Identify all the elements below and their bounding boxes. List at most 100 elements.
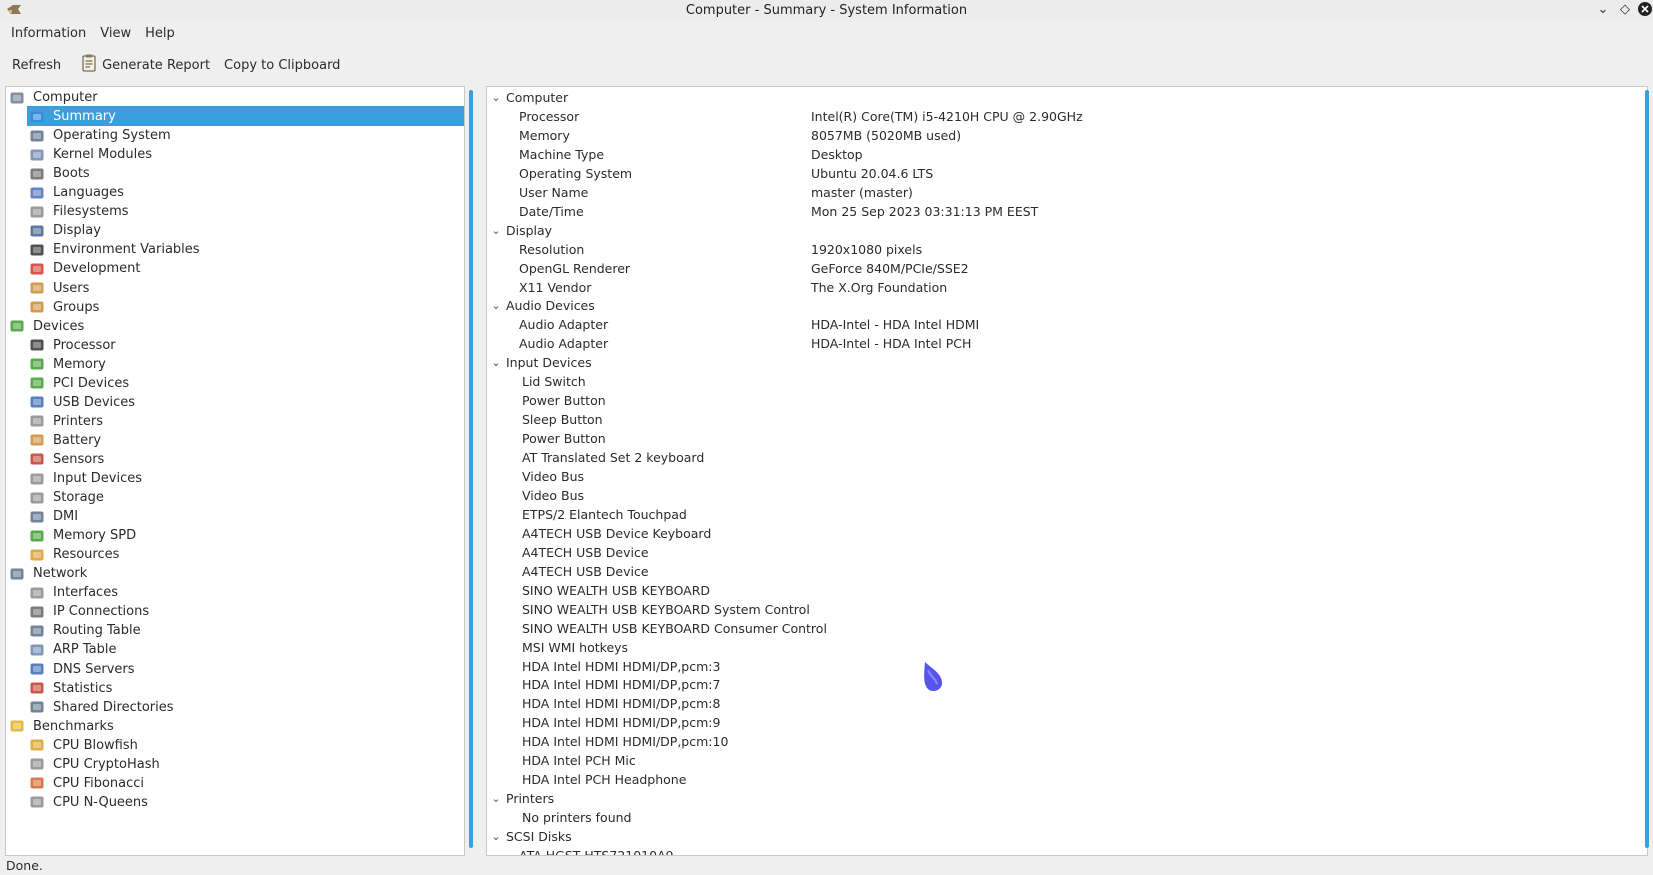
detail-row[interactable]: Audio Adapter HDA-Intel - HDA Intel PCH [487, 334, 1637, 353]
tree-item-benchmarks[interactable]: Benchmarks [6, 717, 464, 736]
tree-item-devices[interactable]: Devices [6, 317, 464, 336]
detail-item[interactable]: MSI WMI hotkeys [487, 638, 1637, 657]
detail-item[interactable]: HDA Intel HDMI HDMI/DP,pcm:3 [487, 657, 1637, 676]
detail-item[interactable]: No printers found [487, 808, 1637, 827]
detail-item[interactable]: HDA Intel HDMI HDMI/DP,pcm:7 [487, 675, 1637, 694]
tree-item-computer[interactable]: Computer [6, 88, 464, 107]
tree-item-memory-spd[interactable]: Memory SPD [6, 526, 464, 545]
detail-row[interactable]: ATA HGST HTS721010A9 [487, 846, 1637, 855]
tree-item-routing-table[interactable]: Routing Table [6, 621, 464, 640]
tree-item-development[interactable]: Development [6, 259, 464, 278]
tree-item-filesystems[interactable]: Filesystems [6, 202, 464, 221]
tree-item-cpu-blowfish[interactable]: CPU Blowfish [6, 736, 464, 755]
tree-item-users[interactable]: Users [6, 279, 464, 298]
detail-item[interactable]: Video Bus [487, 486, 1637, 505]
tree-item-cpu-cryptohash[interactable]: CPU CryptoHash [6, 755, 464, 774]
detail-item[interactable]: HDA Intel HDMI HDMI/DP,pcm:8 [487, 694, 1637, 713]
refresh-button[interactable]: Refresh [5, 52, 68, 78]
maximize-icon[interactable]: ◇ [1617, 2, 1633, 18]
chevron-down-icon[interactable]: ⌄ [489, 91, 503, 104]
tree-item-usb-devices[interactable]: USB Devices [6, 393, 464, 412]
section-audio-devices[interactable]: ⌄ Audio Devices [487, 296, 1637, 315]
tree-item-dns-servers[interactable]: DNS Servers [6, 660, 464, 679]
tree-item-interfaces[interactable]: Interfaces [6, 583, 464, 602]
chevron-down-icon[interactable]: ⌄ [489, 830, 503, 843]
tree-item-operating-system[interactable]: Operating System [6, 126, 464, 145]
tree-item-cpu-fibonacci[interactable]: CPU Fibonacci [6, 774, 464, 793]
tree-item-network[interactable]: Network [6, 564, 464, 583]
detail-item[interactable]: Lid Switch [487, 372, 1637, 391]
generate-report-button[interactable]: Generate Report [74, 52, 217, 78]
detail-row[interactable]: Operating System Ubuntu 20.04.6 LTS [487, 164, 1637, 183]
detail-item[interactable]: Video Bus [487, 467, 1637, 486]
interface-icon [28, 584, 45, 601]
tree-item-battery[interactable]: Battery [6, 431, 464, 450]
tree-item-summary[interactable]: Summary [6, 107, 464, 127]
detail-item[interactable]: AT Translated Set 2 keyboard [487, 448, 1637, 467]
section-scsi-disks[interactable]: ⌄ SCSI Disks [487, 827, 1637, 846]
detail-row[interactable]: User Name master (master) [487, 183, 1637, 202]
menu-information[interactable]: Information [4, 26, 93, 41]
tree-item-shared-directories[interactable]: Shared Directories [6, 698, 464, 717]
detail-item[interactable]: SINO WEALTH USB KEYBOARD System Control [487, 600, 1637, 619]
detail-item[interactable]: A4TECH USB Device [487, 562, 1637, 581]
tree-item-ip-connections[interactable]: IP Connections [6, 602, 464, 621]
tree-item-environment-variables[interactable]: Environment Variables [6, 240, 464, 259]
category-tree[interactable]: Computer Summary Operating System Kernel Mo… [5, 86, 465, 856]
menu-view[interactable]: View [93, 26, 138, 41]
detail-row[interactable]: Audio Adapter HDA-Intel - HDA Intel HDMI [487, 315, 1637, 334]
chevron-down-icon[interactable]: ⌄ [1595, 2, 1611, 18]
detail-row[interactable]: Resolution 1920x1080 pixels [487, 240, 1637, 259]
tree-item-memory[interactable]: Memory [6, 355, 464, 374]
chevron-down-icon[interactable]: ⌄ [489, 224, 503, 237]
tree-item-dmi[interactable]: DMI [6, 507, 464, 526]
chevron-down-icon[interactable]: ⌄ [489, 792, 503, 805]
chevron-down-icon[interactable]: ⌄ [489, 299, 503, 312]
detail-row[interactable]: Machine Type Desktop [487, 145, 1637, 164]
detail-item[interactable]: HDA Intel HDMI HDMI/DP,pcm:9 [487, 713, 1637, 732]
close-icon[interactable] [1637, 2, 1653, 18]
copy-to-clipboard-button[interactable]: Copy to Clipboard [217, 52, 347, 78]
tree-scrollbar[interactable] [469, 90, 473, 848]
tree-item-languages[interactable]: Languages [6, 183, 464, 202]
tree-item-input-devices[interactable]: Input Devices [6, 469, 464, 488]
detail-item[interactable]: Sleep Button [487, 410, 1637, 429]
detail-item[interactable]: ETPS/2 Elantech Touchpad [487, 505, 1637, 524]
detail-item[interactable]: SINO WEALTH USB KEYBOARD Consumer Contro… [487, 619, 1637, 638]
tree-item-processor[interactable]: Processor [6, 336, 464, 355]
section-computer[interactable]: ⌄ Computer [487, 88, 1637, 107]
detail-row[interactable]: X11 Vendor The X.Org Foundation [487, 278, 1637, 297]
detail-row[interactable]: Date/Time Mon 25 Sep 2023 03:31:13 PM EES… [487, 202, 1637, 221]
tree-item-arp-table[interactable]: ARP Table [6, 640, 464, 659]
detail-item[interactable]: A4TECH USB Device Keyboard [487, 524, 1637, 543]
tree-item-boots[interactable]: Boots [6, 164, 464, 183]
tree-item-kernel-modules[interactable]: Kernel Modules [6, 145, 464, 164]
tree-item-display[interactable]: Display [6, 221, 464, 240]
detail-item[interactable]: Power Button [487, 391, 1637, 410]
detail-item[interactable]: SINO WEALTH USB KEYBOARD [487, 581, 1637, 600]
tree-item-groups[interactable]: Groups [6, 298, 464, 317]
tree-item-cpu-n-queens[interactable]: CPU N-Queens [6, 793, 464, 812]
detail-row[interactable]: OpenGL Renderer GeForce 840M/PCIe/SSE2 [487, 259, 1637, 278]
tree-item-storage[interactable]: Storage [6, 488, 464, 507]
chevron-down-icon[interactable]: ⌄ [489, 356, 503, 369]
details-scrollbar[interactable] [1645, 90, 1649, 848]
detail-item[interactable]: Power Button [487, 429, 1637, 448]
menu-bar: Information View Help [0, 22, 1653, 44]
section-display[interactable]: ⌄ Display [487, 221, 1637, 240]
tree-item-statistics[interactable]: Statistics [6, 679, 464, 698]
section-input-devices[interactable]: ⌄ Input Devices [487, 353, 1637, 372]
menu-help[interactable]: Help [138, 26, 182, 41]
detail-row[interactable]: Memory 8057MB (5020MB used) [487, 126, 1637, 145]
tree-item-resources[interactable]: Resources [6, 545, 464, 564]
detail-item[interactable]: A4TECH USB Device [487, 543, 1637, 562]
tree-item-sensors[interactable]: Sensors [6, 450, 464, 469]
section-printers[interactable]: ⌄ Printers [487, 789, 1637, 808]
gear-icon [28, 127, 45, 144]
detail-item[interactable]: HDA Intel PCH Headphone [487, 770, 1637, 789]
tree-item-printers[interactable]: Printers [6, 412, 464, 431]
detail-item[interactable]: HDA Intel PCH Mic [487, 751, 1637, 770]
tree-item-pci-devices[interactable]: PCI Devices [6, 374, 464, 393]
detail-item[interactable]: HDA Intel HDMI HDMI/DP,pcm:10 [487, 732, 1637, 751]
detail-row[interactable]: Processor Intel(R) Core(TM) i5-4210H CPU … [487, 107, 1637, 126]
